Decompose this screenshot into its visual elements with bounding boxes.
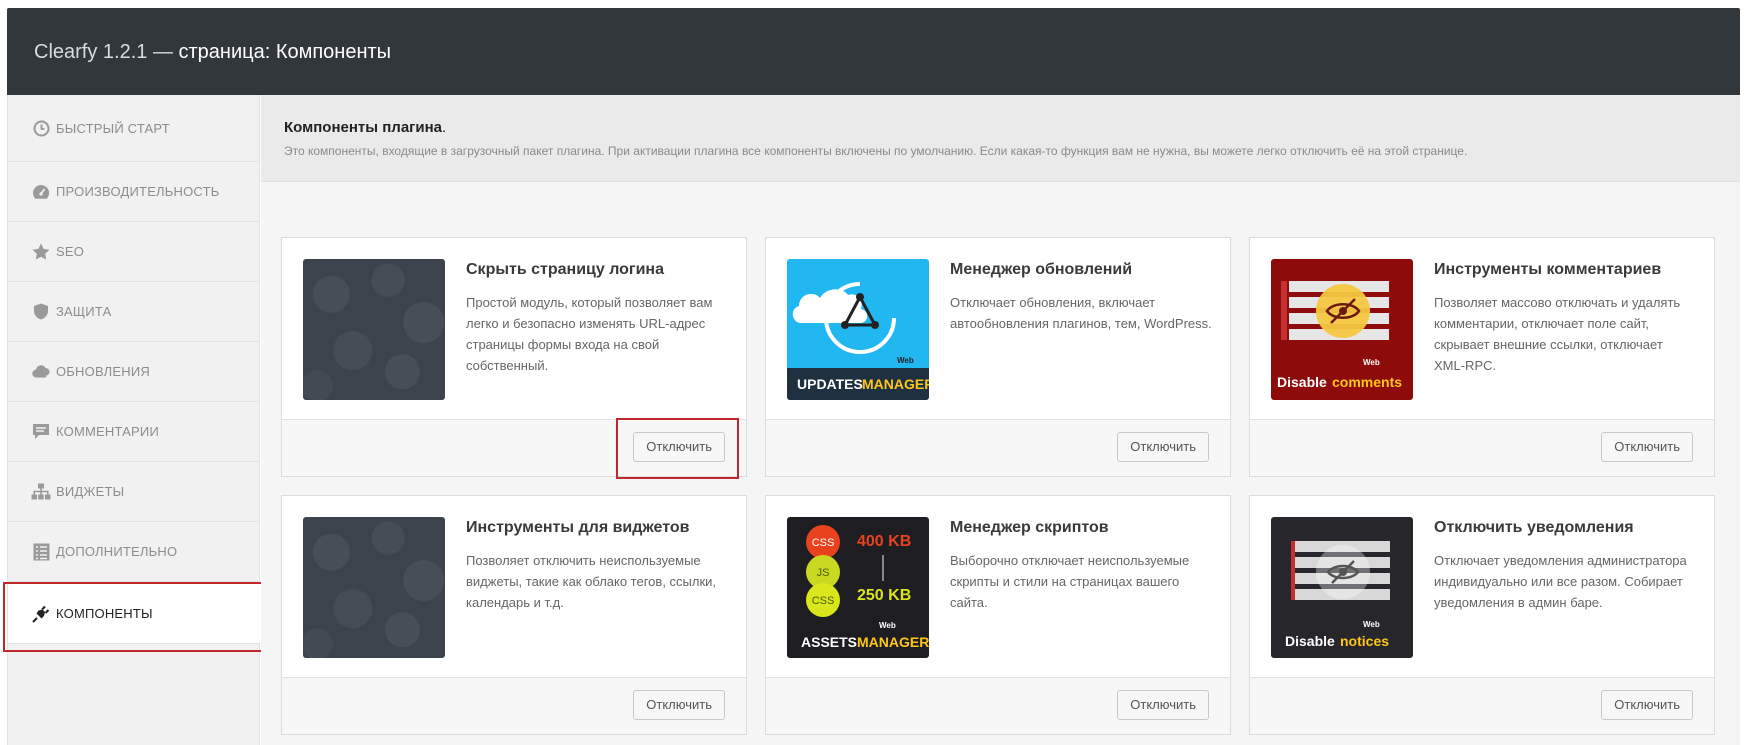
sidebar-item-comments[interactable]: КОММЕНТАРИИ — [8, 402, 260, 462]
sidebar-item-components[interactable]: КОМПОНЕНТЫ — [3, 582, 263, 652]
component-title: Инструменты для виджетов — [466, 519, 690, 536]
updates-illustration: UPDATES MANAGER Web — [787, 282, 929, 400]
component-card-assets-manager: CSS JS CSS 400 KB 250 KB ASSETS MANAGER … — [765, 495, 1231, 735]
thumb-word1: UPDATES — [797, 376, 863, 392]
sidebar-item-quick-start[interactable]: БЫСТРЫЙ СТАРТ — [8, 95, 260, 162]
badge-css: CSS — [812, 595, 835, 607]
sidebar-item-widgets[interactable]: ВИДЖЕТЫ — [8, 462, 260, 522]
component-card-hide-login: Скрыть страницу логина Простой модуль, к… — [281, 237, 747, 477]
page-name: страница: Компоненты — [178, 41, 392, 63]
sidebar-item-label: КОММЕНТАРИИ — [56, 424, 159, 439]
thumb-word2: MANAGER — [862, 376, 929, 392]
comments-illustration: Disable comments Web — [1277, 281, 1402, 390]
cloud-icon — [31, 362, 51, 382]
sidebar-item-security[interactable]: ЗАЩИТА — [8, 282, 260, 342]
main-shell: БЫСТРЫЙ СТАРТ ПРОИЗВОДИТЕЛЬНОСТЬ SEO ЗАЩ… — [3, 95, 1740, 745]
component-description: Отключает уведомления администратора инд… — [1434, 553, 1687, 610]
thumb-word2: notices — [1340, 633, 1389, 649]
star-icon — [31, 242, 51, 262]
component-title: Скрыть страницу логина — [466, 261, 664, 278]
component-description: Отключает обновления, включает автообнов… — [950, 295, 1212, 331]
sidebar-item-label: SEO — [56, 244, 85, 259]
sitemap-icon — [31, 482, 51, 502]
sidebar-item-label: ЗАЩИТА — [56, 304, 112, 319]
component-title: Менеджер обновлений — [950, 261, 1133, 278]
component-footer: Отключить — [282, 677, 746, 734]
list-icon — [31, 542, 51, 562]
section-title-suffix: . — [442, 119, 447, 136]
section-title: Компоненты плагина. — [284, 119, 446, 136]
thumb-word1: Disable — [1285, 633, 1335, 649]
disable-button[interactable]: Отключить — [633, 690, 725, 720]
sidebar-item-label: ДОПОЛНИТЕЛЬНО — [56, 544, 178, 559]
component-thumbnail: UPDATES MANAGER Web — [787, 259, 929, 400]
sidebar-item-seo[interactable]: SEO — [8, 222, 260, 282]
brand-logo: Web — [1363, 620, 1380, 629]
sidebar-item-label: ВИДЖЕТЫ — [56, 484, 125, 499]
sidebar: БЫСТРЫЙ СТАРТ ПРОИЗВОДИТЕЛЬНОСТЬ SEO ЗАЩ… — [3, 95, 263, 745]
section-description: Это компоненты, входящие в загрузочный п… — [284, 144, 1468, 158]
dashboard-icon — [31, 182, 51, 202]
badge-css: CSS — [812, 537, 835, 549]
size-after: 250 KB — [857, 587, 911, 604]
component-card-comment-tools: Disable comments Web Инструменты коммент… — [1249, 237, 1715, 477]
thumb-word1: ASSETS — [801, 634, 857, 650]
sidebar-item-label: КОМПОНЕНТЫ — [56, 606, 153, 621]
disable-button[interactable]: Отключить — [1117, 432, 1209, 462]
thumb-word2: comments — [1332, 374, 1402, 390]
component-card-updates-manager: UPDATES MANAGER Web Менеджер обновлений … — [765, 237, 1231, 477]
component-thumbnail: Disable notices Web — [1271, 517, 1413, 658]
brand-logo: Web — [1363, 358, 1380, 367]
brand-logo: Web — [897, 356, 914, 365]
sidebar-item-label: БЫСТРЫЙ СТАРТ — [56, 120, 170, 136]
sidebar-item-advanced[interactable]: ДОПОЛНИТЕЛЬНО — [8, 522, 260, 582]
disable-button[interactable]: Отключить — [1117, 690, 1209, 720]
assets-illustration: CSS JS CSS 400 KB 250 KB ASSETS MANAGER … — [801, 525, 929, 650]
brand-logo: Web — [879, 621, 896, 630]
component-thumbnail — [303, 259, 445, 400]
component-description: Позволяет массово отключать и удалять ко… — [1434, 295, 1681, 373]
thumb-word1: Disable — [1277, 374, 1327, 390]
component-footer: Отключить — [1250, 419, 1714, 476]
component-title: Инструменты комментариев — [1434, 261, 1662, 278]
sidebar-item-updates[interactable]: ОБНОВЛЕНИЯ — [8, 342, 260, 402]
section-title-text: Компоненты плагина — [284, 119, 443, 136]
plugin-icon — [31, 604, 51, 624]
component-card-disable-notices: Disable notices Web Отключить уведомлени… — [1249, 495, 1715, 735]
component-title: Отключить уведомления — [1434, 519, 1634, 536]
notices-illustration: Disable notices Web — [1285, 541, 1390, 649]
thumb-word2: MANAGER — [857, 634, 929, 650]
app-name: Clearfy 1.2.1 — — [34, 41, 173, 63]
disable-button[interactable]: Отключить — [1601, 432, 1693, 462]
sidebar-item-label: ОБНОВЛЕНИЯ — [56, 364, 150, 379]
content-area: Компоненты плагина. Это компоненты, вход… — [261, 95, 1740, 745]
disable-button[interactable]: Отключить — [633, 432, 725, 462]
sidebar-item-performance[interactable]: ПРОИЗВОДИТЕЛЬНОСТЬ — [8, 162, 260, 222]
component-thumbnail — [303, 517, 445, 658]
component-description: Выборочно отключает неиспользуемые скрип… — [950, 553, 1190, 610]
disable-button[interactable]: Отключить — [1601, 690, 1693, 720]
size-before: 400 KB — [857, 533, 911, 550]
shield-icon — [31, 302, 51, 322]
component-card-widget-tools: Инструменты для виджетов Позволяет отклю… — [281, 495, 747, 735]
component-description: Простой модуль, который позволяет вам ле… — [466, 295, 713, 373]
component-thumbnail: Disable comments Web — [1271, 259, 1413, 400]
page-title: Clearfy 1.2.1 — страница: Компоненты — [34, 41, 391, 64]
badge-js: JS — [817, 567, 830, 579]
component-footer: Отключить — [1250, 677, 1714, 734]
component-footer: Отключить — [766, 677, 1230, 734]
intro-panel: Компоненты плагина. Это компоненты, вход… — [261, 95, 1740, 182]
clock-icon — [31, 118, 51, 138]
component-footer: Отключить — [766, 419, 1230, 476]
page-header: Clearfy 1.2.1 — страница: Компоненты — [7, 8, 1740, 95]
comment-icon — [31, 422, 51, 442]
component-thumbnail: CSS JS CSS 400 KB 250 KB ASSETS MANAGER … — [787, 517, 929, 658]
component-title: Менеджер скриптов — [950, 519, 1109, 536]
component-footer: Отключить — [282, 419, 746, 476]
app-window: Clearfy 1.2.1 — страница: Компоненты БЫС… — [0, 0, 1755, 745]
component-description: Позволяет отключить неиспользуемые видже… — [466, 553, 717, 610]
sidebar-item-label: ПРОИЗВОДИТЕЛЬНОСТЬ — [56, 184, 220, 199]
